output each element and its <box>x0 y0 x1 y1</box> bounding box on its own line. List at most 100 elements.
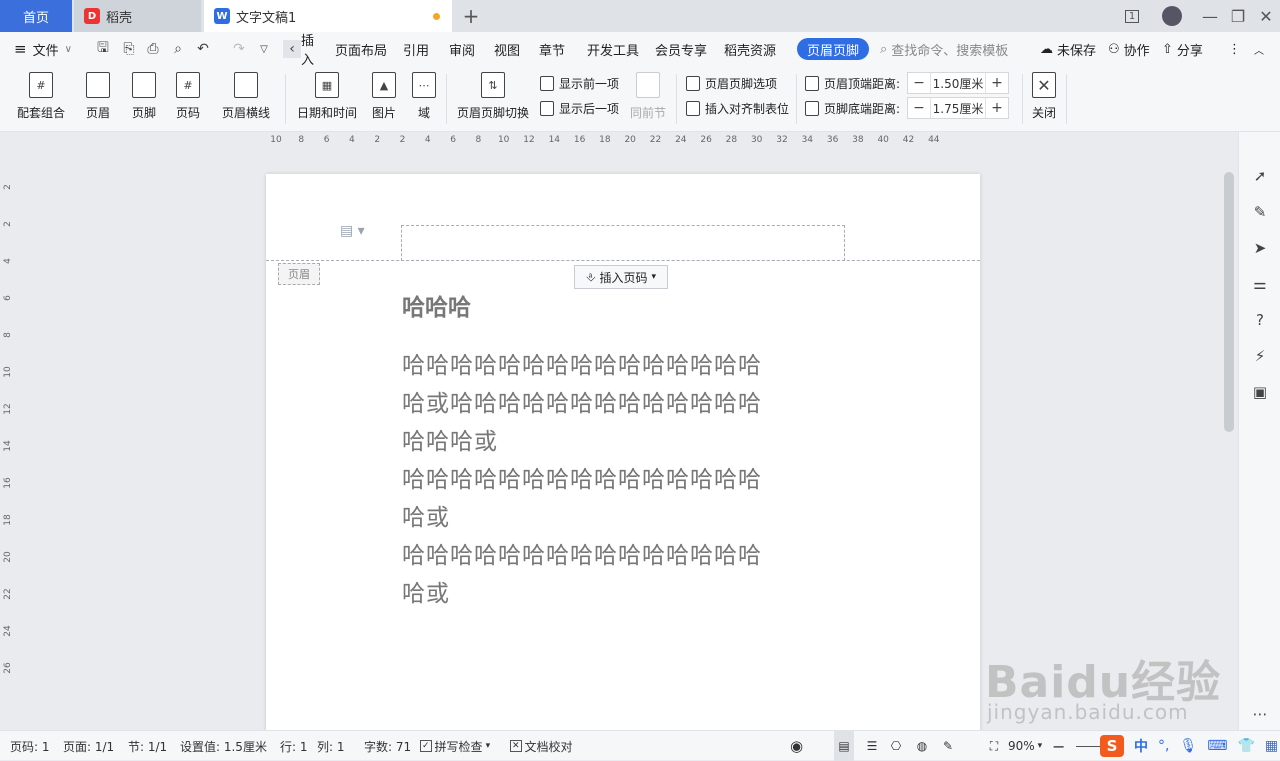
toolbox-icon[interactable]: ▦ <box>1265 738 1278 754</box>
sliders-icon[interactable]: ⚌ <box>1250 274 1270 294</box>
same-as-prev-button[interactable]: 同前节 <box>628 66 668 132</box>
footer-button[interactable]: 页脚 <box>126 66 162 132</box>
body-line[interactable]: 哈哈哈哈哈哈哈哈哈哈哈哈哈哈哈 <box>402 536 762 570</box>
menu-reference[interactable]: 引用 <box>403 32 429 66</box>
restore-icon[interactable]: ❐ <box>1226 0 1250 32</box>
status-page-number[interactable]: 页码: 1 <box>10 731 50 761</box>
insert-page-number-button[interactable]: ⎀ 插入页码 ▾ <box>574 265 668 289</box>
hf-options-button[interactable]: 页眉页脚选项 <box>686 72 777 94</box>
plus-icon[interactable]: + <box>986 73 1008 93</box>
tab-home[interactable]: 首页 <box>0 0 72 32</box>
more-menu-icon[interactable]: ⋮ <box>1228 32 1241 66</box>
add-tab-button[interactable]: + <box>460 0 482 32</box>
customize-icon[interactable]: ▽ <box>255 40 273 58</box>
show-next-button[interactable]: 显示后一项 <box>540 97 619 119</box>
menu-member[interactable]: 会员专享 <box>655 32 707 66</box>
eye-icon[interactable]: ◉ <box>790 731 803 761</box>
footer-bottom-stepper[interactable]: −1.75厘米 + <box>907 97 1009 119</box>
doc-proof-button[interactable]: ✕ 文档校对 <box>510 731 573 761</box>
plus-icon[interactable]: + <box>986 98 1008 118</box>
avatar[interactable] <box>1160 0 1184 32</box>
tab-document[interactable]: W 文字文稿1 <box>204 0 452 32</box>
menu-view[interactable]: 视图 <box>494 32 520 66</box>
header-edit-area[interactable] <box>401 225 845 261</box>
status-word-count[interactable]: 字数: 71 <box>364 731 411 761</box>
status-setting[interactable]: 设置值: 1.5厘米 <box>180 731 267 761</box>
cursor-icon[interactable]: ➤ <box>1250 238 1270 258</box>
body-line[interactable]: 哈或 <box>402 574 450 608</box>
keyboard-icon[interactable]: ⌨ <box>1207 738 1227 754</box>
document-page[interactable]: ▤ ▾ 页眉 ⎀ 插入页码 ▾ 哈哈哈 哈哈哈哈哈哈哈哈哈哈哈哈哈哈哈 哈或哈哈哈哈… <box>266 174 980 734</box>
file-menu[interactable]: ≡ 文件 ∨ <box>14 32 72 66</box>
minus-icon[interactable]: − <box>908 98 930 118</box>
sogou-logo-icon[interactable]: S <box>1100 735 1124 757</box>
help-icon[interactable]: ? <box>1250 310 1270 330</box>
picture-button[interactable]: ▲ 图片 <box>366 66 402 132</box>
spell-check-button[interactable]: ✓ 拼写检查 ▾ <box>420 731 490 761</box>
header-top-stepper[interactable]: −1.50厘米 + <box>907 72 1009 94</box>
body-line[interactable]: 哈哈哈哈哈哈哈哈哈哈哈哈哈哈哈 <box>402 460 762 494</box>
footer-bottom-value[interactable]: 1.75厘米 <box>930 98 986 118</box>
body-line[interactable]: 哈或哈哈哈哈哈哈哈哈哈哈哈哈哈 <box>402 384 762 418</box>
punctuation-icon[interactable]: °, <box>1158 738 1169 754</box>
header-button[interactable]: 页眉 <box>80 66 116 132</box>
ime-lang-toggle[interactable]: 中 <box>1134 736 1148 756</box>
rocket-icon[interactable]: ➚ <box>1250 166 1270 186</box>
print-icon[interactable]: ⎙ <box>144 40 162 58</box>
redo-icon[interactable]: ↷ <box>230 40 248 58</box>
status-section[interactable]: 节: 1/1 <box>128 731 167 761</box>
skin-icon[interactable]: 👕 <box>1237 738 1254 754</box>
minimize-icon[interactable]: — <box>1198 0 1222 32</box>
menu-review[interactable]: 审阅 <box>449 32 475 66</box>
outline-view-icon[interactable]: ☰ <box>862 731 882 761</box>
menu-page-layout[interactable]: 页面布局 <box>335 32 387 66</box>
tab-daoke[interactable]: D 稻壳 <box>74 0 201 32</box>
write-view-icon[interactable]: ✎ <box>938 731 958 761</box>
body-line[interactable]: 哈或 <box>402 498 450 532</box>
zoom-out-icon[interactable]: − <box>1052 731 1065 761</box>
menu-daoke-resources[interactable]: 稻壳资源 <box>724 32 776 66</box>
menu-header-footer[interactable]: 页眉页脚 <box>797 38 870 60</box>
header-top-value[interactable]: 1.50厘米 <box>930 73 986 93</box>
collab-button[interactable]: ⚇ 协作 <box>1108 32 1150 66</box>
header-line-button[interactable]: 页眉横线 <box>216 66 276 132</box>
horizontal-ruler[interactable]: 10 8 6 4 2 2 4 6 8 10 12 14 16 18 20 22 24 26 28 30 32 34 36 38… <box>266 132 980 150</box>
unsaved-button[interactable]: ☁ 未保存 <box>1040 32 1096 66</box>
collapse-ribbon-icon[interactable]: ︿ <box>1254 32 1264 66</box>
vertical-ruler[interactable]: 2 2 4 6 8 10 12 14 16 18 20 22 24 26 <box>0 150 14 730</box>
page-number-button[interactable]: # 页码 <box>170 66 206 132</box>
print-preview-icon[interactable]: ⌕ <box>169 40 187 58</box>
undo-icon[interactable]: ↶ <box>194 40 212 58</box>
field-button[interactable]: ⋯ 域 <box>410 66 438 132</box>
zoom-select[interactable]: 90% ▾ <box>1008 731 1042 761</box>
date-time-button[interactable]: ▦ 日期和时间 <box>295 66 359 132</box>
menu-chapter[interactable]: 章节 <box>539 32 565 66</box>
menu-insert[interactable]: 插入 <box>298 32 314 68</box>
body-line[interactable]: 哈哈哈或 <box>402 422 498 456</box>
close-hf-button[interactable]: ✕ 关闭 <box>1030 66 1058 132</box>
status-pages[interactable]: 页面: 1/1 <box>63 731 114 761</box>
read-view-icon[interactable]: ⎔ <box>886 731 906 761</box>
share-button[interactable]: ⇧ 分享 <box>1162 32 1203 66</box>
combo-set-button[interactable]: # 配套组合 <box>12 66 70 132</box>
document-title[interactable]: 哈哈哈 <box>402 288 471 322</box>
status-col[interactable]: 列: 1 <box>317 731 345 761</box>
scrollbar-thumb[interactable] <box>1224 172 1234 432</box>
close-window-icon[interactable]: ✕ <box>1254 0 1278 32</box>
image-edit-icon[interactable]: ▣ <box>1250 382 1270 402</box>
lightning-icon[interactable]: ⚡ <box>1250 346 1270 366</box>
document-icon[interactable]: ▤ ▾ <box>340 223 365 239</box>
body-line[interactable]: 哈哈哈哈哈哈哈哈哈哈哈哈哈哈哈 <box>402 346 762 380</box>
command-search[interactable]: ⌕ 查找命令、搜索模板 <box>880 32 1008 66</box>
insert-align-tab-button[interactable]: 插入对齐制表位 <box>686 97 789 119</box>
web-view-icon[interactable]: ◍ <box>912 731 932 761</box>
save-icon[interactable]: 🖫 <box>94 40 112 58</box>
status-row[interactable]: 行: 1 <box>280 731 308 761</box>
hf-switch-button[interactable]: ⇅ 页眉页脚切换 <box>455 66 531 132</box>
minus-icon[interactable]: − <box>908 73 930 93</box>
page-view-icon[interactable]: ▤ <box>834 731 854 761</box>
fit-page-icon[interactable]: ⛶ <box>984 731 1004 761</box>
microphone-icon[interactable]: 🎙 <box>1179 738 1197 754</box>
menu-dev-tools[interactable]: 开发工具 <box>587 32 639 66</box>
window-switch-icon[interactable]: 1 <box>1120 0 1144 32</box>
